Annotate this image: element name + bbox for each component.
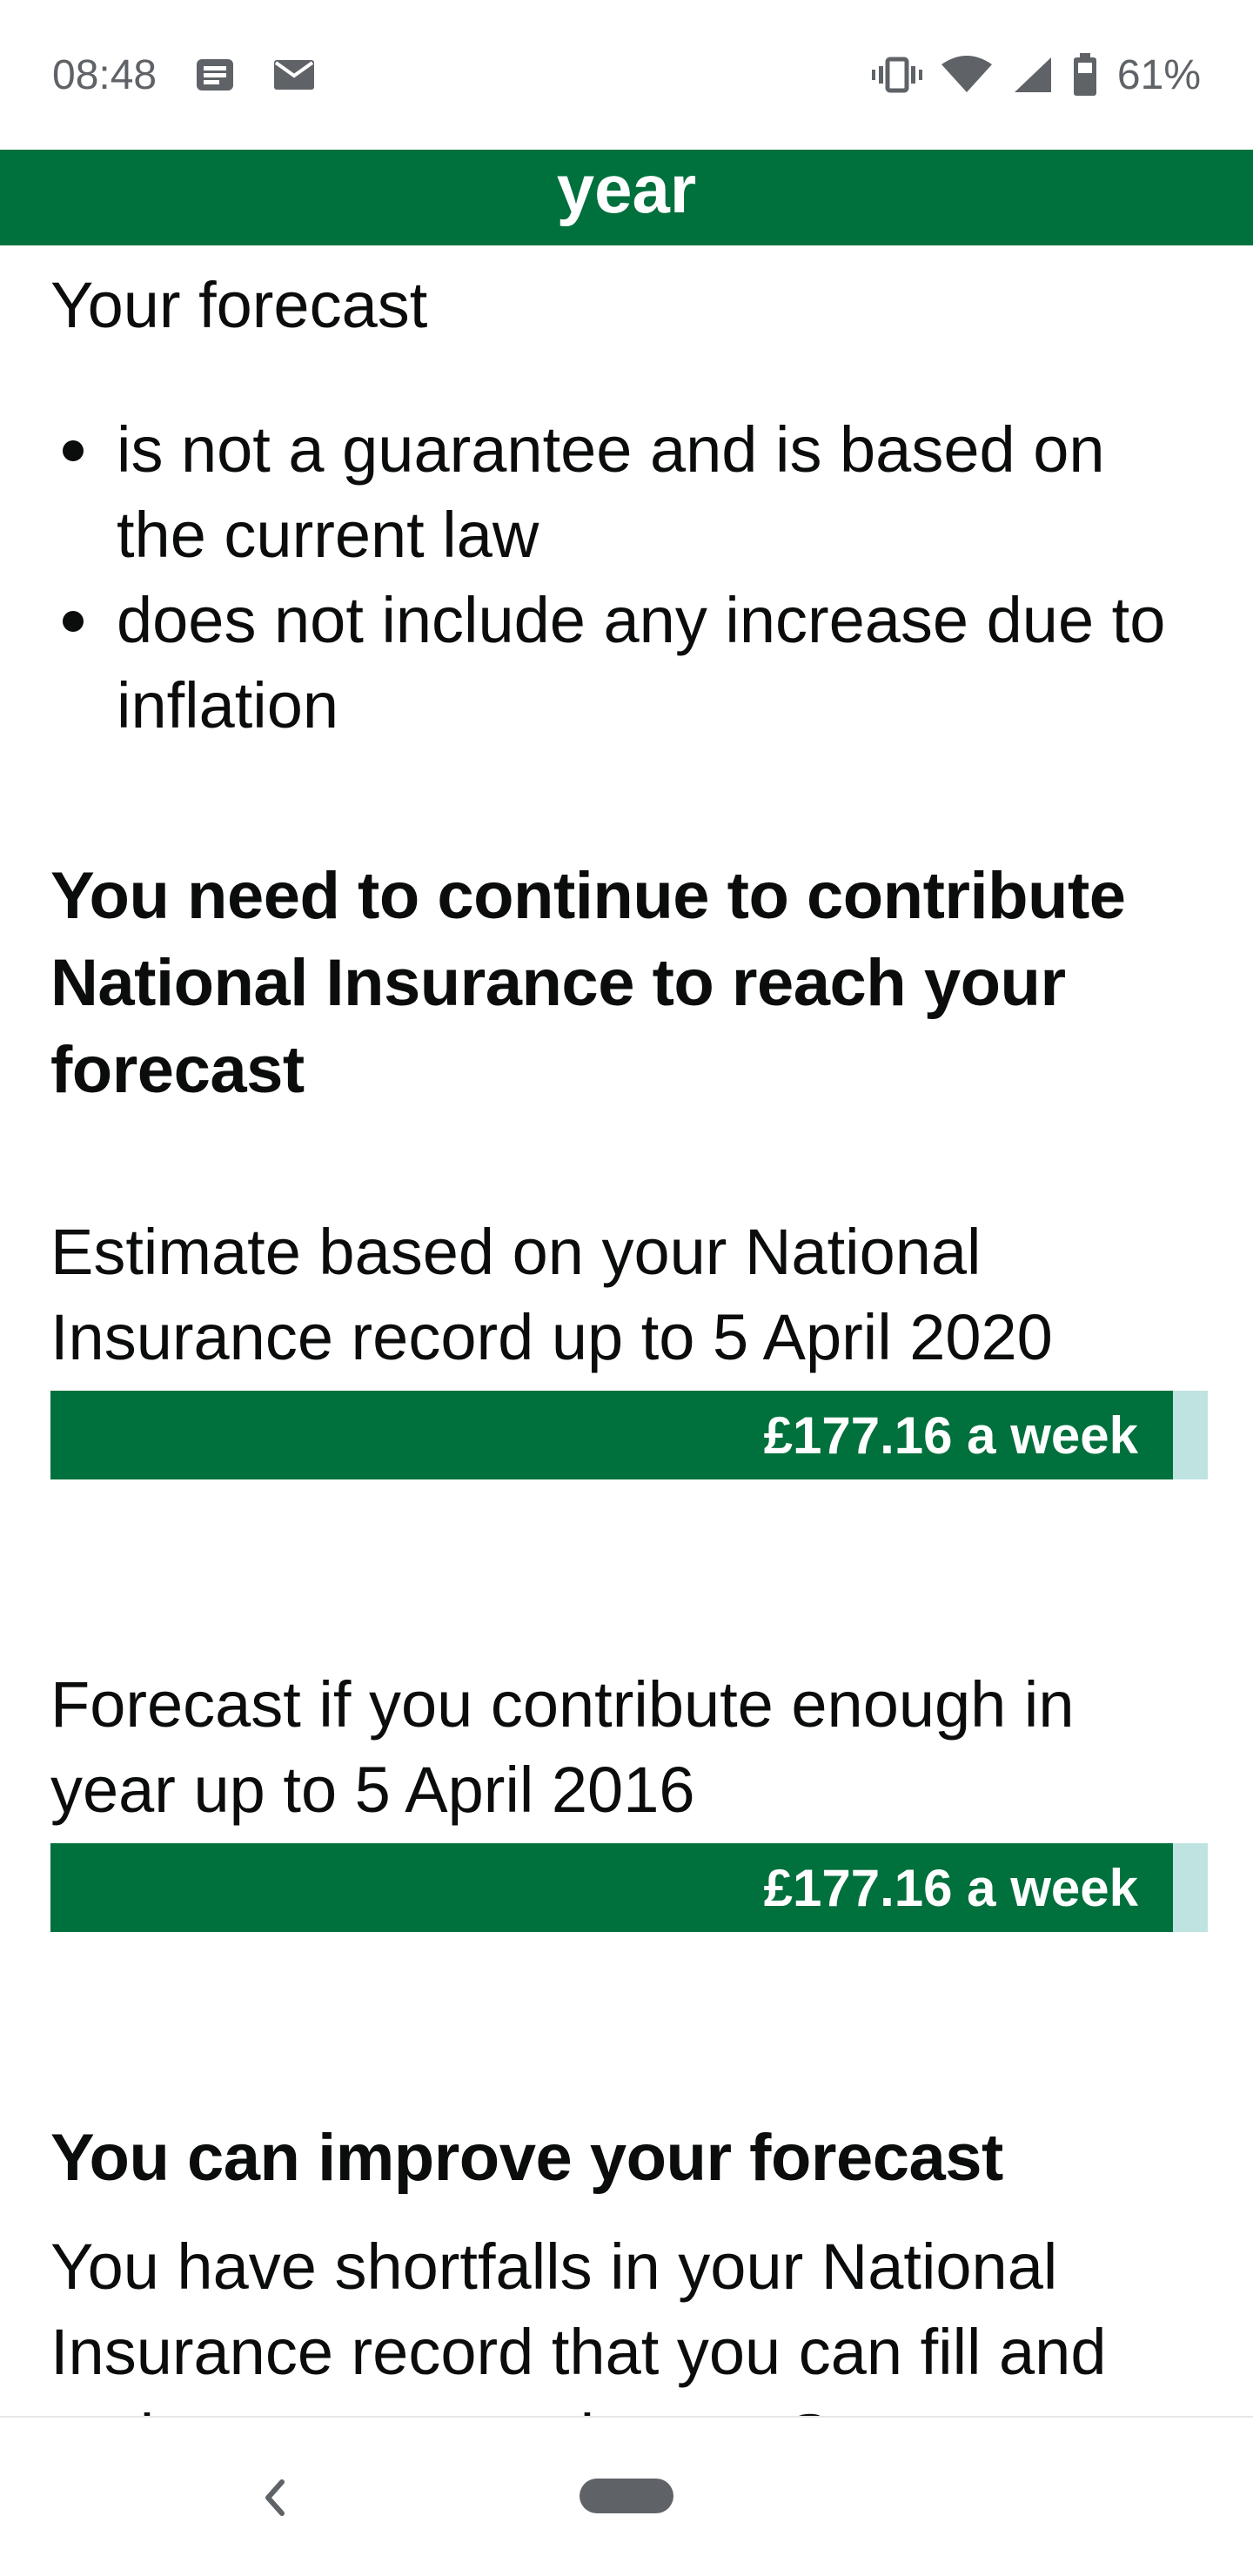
header-title: year <box>556 151 697 227</box>
improve-forecast-heading: You can improve your forecast <box>50 2121 1003 2195</box>
forecast-intro: Your forecast <box>50 269 428 341</box>
vibrate-icon <box>871 56 922 94</box>
back-icon[interactable] <box>252 2465 296 2531</box>
home-button[interactable] <box>580 2479 673 2513</box>
signal-icon <box>1011 56 1053 94</box>
forecast-amount: £177.16 a week <box>763 1858 1138 1917</box>
main-content: Your forecast is not a guarantee and is … <box>50 245 1208 2480</box>
forecast-label: Forecast if you contribute enough in yea… <box>50 1668 1075 1826</box>
forecast-bar: £177.16 a week <box>50 1843 1208 1932</box>
status-bar: 08:48 61% <box>0 0 1253 150</box>
list-item: is not a guarantee and is based on the c… <box>50 407 1208 578</box>
estimate-bar: £177.16 a week <box>50 1391 1208 1479</box>
page-header: year <box>0 150 1253 245</box>
navigation-bar <box>0 2416 1253 2576</box>
mail-icon <box>273 59 315 91</box>
wifi-icon <box>941 56 992 94</box>
status-left: 08:48 <box>52 51 315 99</box>
screen: 08:48 61% year Your forecast is not a gu… <box>0 0 1253 2576</box>
status-time: 08:48 <box>52 51 157 98</box>
estimate-amount: £177.16 a week <box>763 1405 1138 1465</box>
forecast-caveats-list: is not a guarantee and is based on the c… <box>50 407 1208 748</box>
list-item: does not include any increase due to inf… <box>50 578 1208 748</box>
estimate-label: Estimate based on your National Insuranc… <box>50 1216 1053 1373</box>
battery-icon <box>1072 53 1098 97</box>
continue-contributing-heading: You need to continue to contribute Natio… <box>50 859 1126 1107</box>
news-icon <box>195 57 235 92</box>
status-right: 61% <box>871 51 1201 99</box>
battery-percent: 61% <box>1116 51 1201 98</box>
